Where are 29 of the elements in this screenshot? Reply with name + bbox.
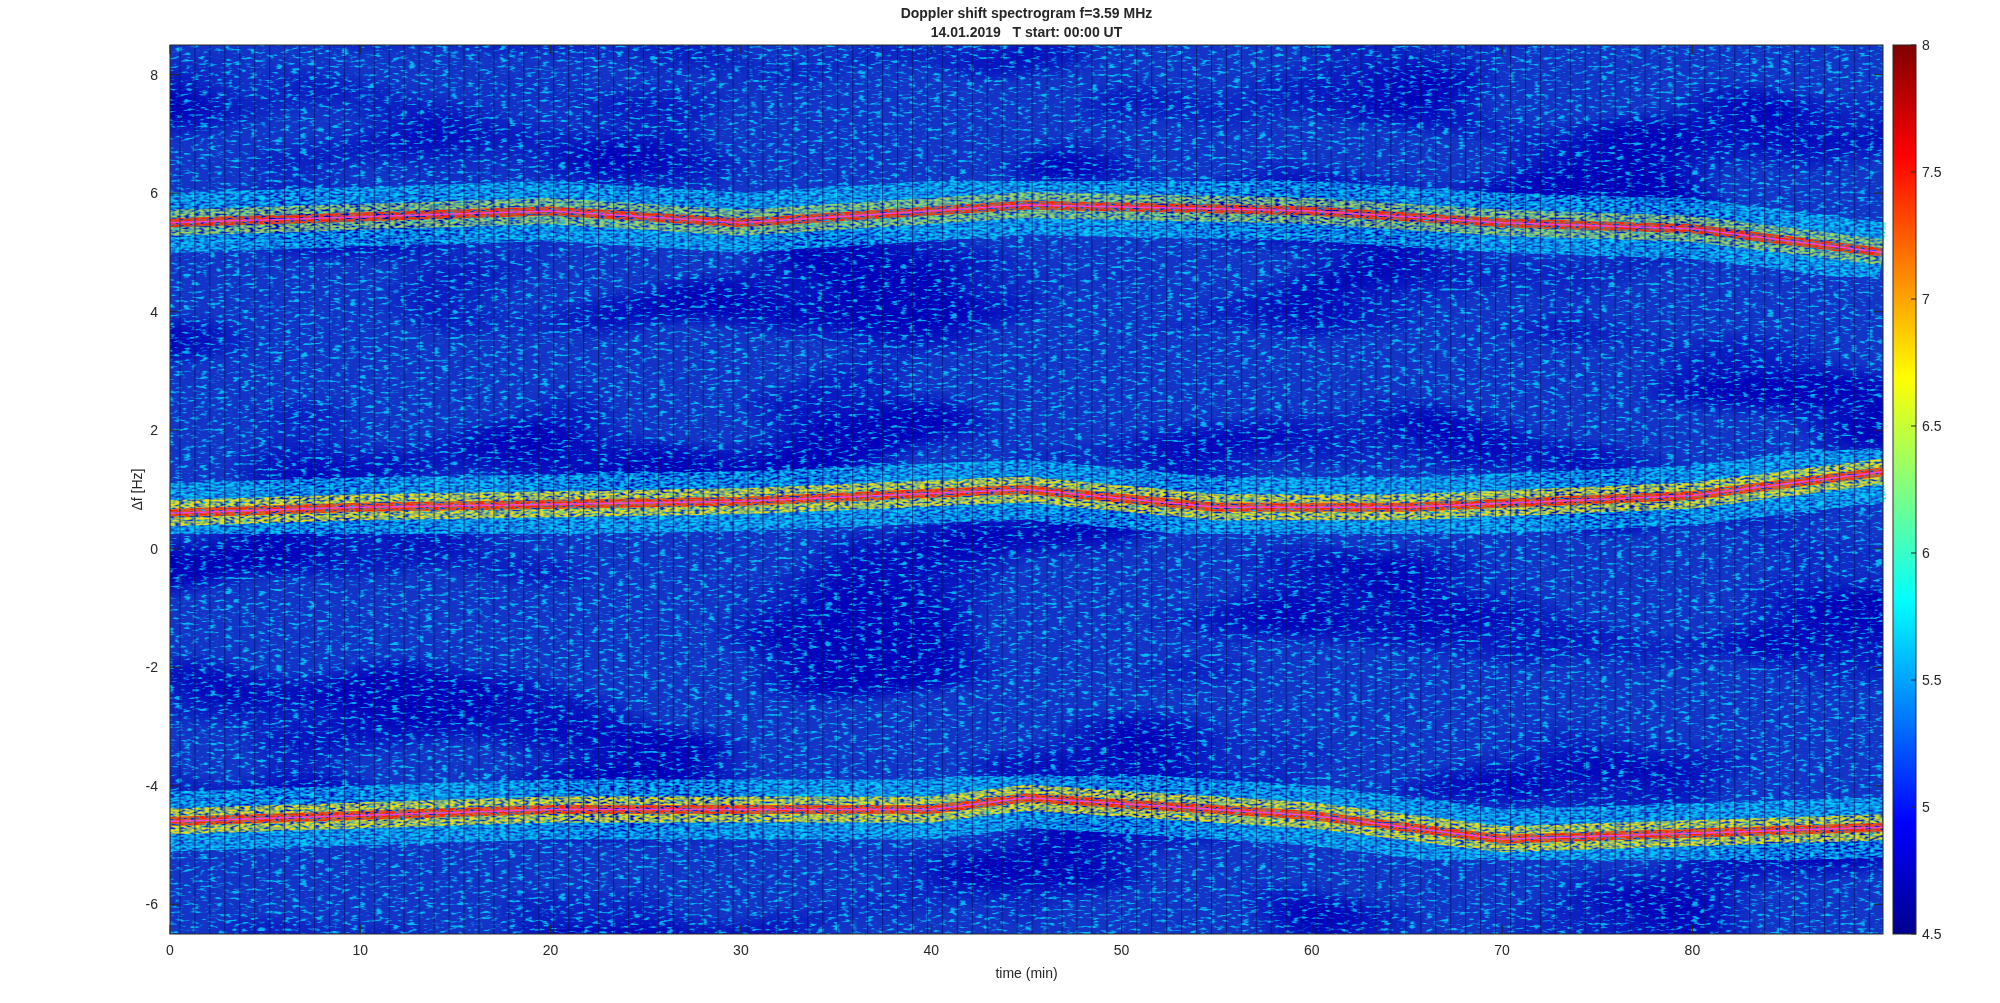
chart-subtitle: 14.01.2019 T start: 00:00 UT	[930, 24, 1123, 40]
x-tick-label: 80	[1684, 942, 1701, 958]
y-tick-label: 4	[150, 303, 158, 320]
y-tick-label: 6	[150, 185, 158, 202]
colorbar-tick-label: 7.5	[1922, 164, 1942, 180]
colorbar-tick-label: 5.5	[1922, 672, 1942, 688]
y-tick-label: 2	[150, 422, 158, 439]
x-tick-label: 0	[166, 942, 174, 958]
x-tick-label: 60	[1304, 942, 1320, 958]
y-tick-label: -2	[145, 659, 158, 676]
colorbar-tick-label: 6.5	[1922, 418, 1942, 434]
colorbar-tick-label: 7	[1922, 291, 1930, 307]
x-axis-label: time (min)	[995, 965, 1058, 981]
x-tick-label: 70	[1494, 942, 1510, 958]
y-tick-label: 8	[150, 66, 158, 83]
colorbar-tick-label: 5	[1922, 799, 1930, 815]
chart-title: Doppler shift spectrogram f=3.59 MHz	[900, 5, 1153, 21]
colorbar-tick-label: 4.5	[1922, 926, 1942, 942]
colorbar-tick-label: 6	[1922, 545, 1930, 561]
x-tick-label: 10	[352, 942, 369, 958]
x-tick-label: 40	[923, 942, 939, 958]
y-axis-label: Δf [Hz]	[129, 468, 145, 511]
y-tick-label: -4	[145, 777, 158, 794]
y-tick-label: -6	[145, 896, 158, 913]
x-tick-label: 30	[733, 942, 749, 958]
colorbar-tick-label: 8	[1922, 37, 1930, 53]
x-tick-label: 50	[1113, 942, 1130, 958]
y-tick-label: 0	[150, 540, 158, 557]
x-tick-label: 20	[542, 942, 559, 958]
